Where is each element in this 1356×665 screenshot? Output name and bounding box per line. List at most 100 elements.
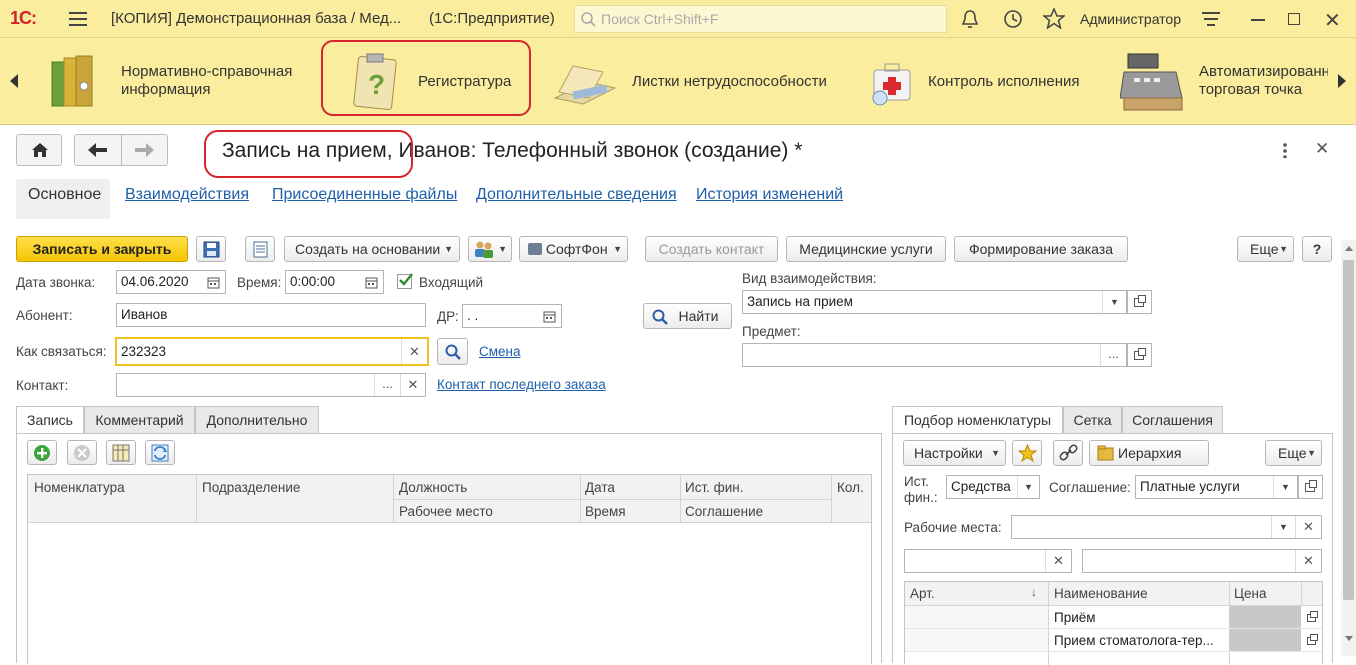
menu-icon[interactable] — [69, 12, 87, 26]
more-button[interactable]: Еще ▼ — [1265, 440, 1322, 466]
open-link-icon[interactable] — [1307, 611, 1319, 623]
add-button[interactable] — [27, 440, 57, 465]
dropdown-arrow-icon[interactable]: ▼ — [1102, 291, 1126, 313]
medical-kit-icon — [872, 63, 911, 106]
star-icon[interactable] — [1043, 8, 1065, 29]
tab-nomenclature-selection[interactable]: Подбор номенклатуры — [892, 406, 1063, 435]
create-contact-button[interactable]: Создать контакт — [645, 236, 778, 262]
dob-field[interactable]: . . — [462, 304, 562, 328]
tab-additional-info[interactable]: Дополнительные сведения — [476, 186, 677, 204]
close-form-icon[interactable]: ✕ — [1315, 139, 1329, 159]
bell-icon[interactable] — [960, 9, 980, 29]
table-row[interactable]: Прием стоматолога-тер... — [905, 629, 1322, 652]
save-button[interactable] — [196, 236, 226, 262]
clear-icon[interactable]: ✕ — [1045, 550, 1071, 572]
link-button[interactable] — [1053, 440, 1083, 466]
tab-change-history[interactable]: История изменений — [696, 186, 843, 204]
change-link[interactable]: Смена — [479, 344, 521, 359]
section-reference-info[interactable]: Нормативно-справочная информация — [48, 48, 308, 116]
filter-field-1[interactable]: ✕ — [904, 549, 1072, 573]
form-menu-icon[interactable] — [1283, 142, 1287, 158]
settings-button[interactable]: Настройки ▼ — [903, 440, 1006, 466]
table-row[interactable]: Приём — [905, 606, 1322, 629]
list-button[interactable] — [245, 236, 275, 262]
open-link-icon[interactable] — [1127, 290, 1152, 314]
save-and-close-button[interactable]: Записать и закрыть — [16, 236, 188, 262]
tab-attached-files[interactable]: Присоединенные файлы — [272, 186, 457, 204]
form-scrollbar[interactable] — [1341, 240, 1356, 656]
section-execution-control[interactable]: Контроль исполнения — [868, 48, 1098, 116]
open-link-icon[interactable] — [1127, 343, 1152, 367]
scroll-down-icon[interactable] — [1345, 636, 1353, 641]
home-button[interactable] — [16, 134, 62, 166]
subscriber-field[interactable]: Иванов — [116, 303, 426, 327]
interaction-type-field[interactable]: Запись на прием ▼ — [742, 290, 1127, 314]
clear-icon[interactable]: ✕ — [400, 374, 425, 396]
contact-field[interactable]: ... ✕ — [116, 373, 426, 397]
refresh-button[interactable] — [145, 440, 175, 465]
fin-source-field[interactable]: Средства ▼ — [946, 475, 1040, 499]
tab-agreements[interactable]: Соглашения — [1122, 406, 1223, 434]
search-contact-button[interactable] — [437, 338, 468, 365]
calendar-icon[interactable] — [207, 276, 220, 289]
nomenclature-table[interactable]: Арт. ↓ Наименование Цена Приём Прием сто… — [904, 581, 1323, 665]
filter-field-2[interactable]: ✕ — [1082, 549, 1322, 573]
close-window-icon[interactable]: ✕ — [1324, 8, 1341, 33]
workplaces-field[interactable]: ▼ ✕ — [1011, 515, 1322, 539]
back-button[interactable] — [75, 135, 122, 165]
help-button[interactable]: ? — [1302, 236, 1332, 262]
select-button[interactable]: ... — [1100, 344, 1126, 366]
softphone-button[interactable]: СофтФон ▼ — [519, 236, 628, 262]
tab-additional[interactable]: Дополнительно — [195, 406, 319, 434]
calendar-icon[interactable] — [365, 276, 378, 289]
user-name[interactable]: Администратор — [1080, 11, 1181, 27]
more-button[interactable]: Еще ▼ — [1237, 236, 1294, 262]
scroll-right-icon[interactable] — [1338, 74, 1346, 88]
dropdown-arrow-icon[interactable]: ▼ — [1017, 476, 1039, 498]
hierarchy-button[interactable]: Иерархия — [1089, 440, 1209, 466]
tab-interactions[interactable]: Взаимодействия — [125, 186, 249, 204]
sort-down-icon[interactable]: ↓ — [1031, 585, 1037, 599]
section-sick-leaves[interactable]: Листки нетрудоспособности — [553, 48, 853, 116]
clear-icon[interactable]: ✕ — [401, 339, 427, 364]
calendar-icon[interactable] — [543, 310, 556, 323]
subject-field[interactable]: ... — [742, 343, 1127, 367]
medical-services-button[interactable]: Медицинские услуги — [786, 236, 946, 262]
clear-icon[interactable]: ✕ — [1295, 516, 1321, 538]
scroll-up-icon[interactable] — [1345, 246, 1353, 251]
dropdown-arrow-icon[interactable]: ▼ — [1271, 516, 1295, 538]
contact-how-field[interactable]: 232323 ✕ — [115, 337, 429, 366]
tab-main[interactable]: Основное — [28, 186, 101, 204]
time-field[interactable]: 0:00:00 — [285, 270, 384, 294]
scroll-left-icon[interactable] — [10, 74, 18, 88]
delete-button[interactable] — [67, 440, 97, 465]
records-table[interactable]: Номенклатура Подразделение Должность Дат… — [27, 474, 872, 664]
agreement-field[interactable]: Платные услуги ▼ — [1135, 475, 1298, 499]
tab-comment[interactable]: Комментарий — [84, 406, 195, 434]
tab-grid[interactable]: Сетка — [1063, 406, 1122, 434]
favorites-button[interactable] — [1012, 440, 1042, 466]
forward-button[interactable] — [123, 135, 168, 165]
section-pos[interactable]: Автоматизированная торговая точка — [1120, 48, 1328, 116]
minimize-icon[interactable] — [1251, 19, 1265, 21]
columns-button[interactable] — [106, 440, 136, 465]
call-date-field[interactable]: 04.06.2020 — [116, 270, 226, 294]
select-button[interactable]: ... — [374, 374, 400, 396]
maximize-icon[interactable] — [1288, 13, 1300, 25]
settings-menu-icon[interactable] — [1202, 12, 1220, 28]
open-link-icon[interactable] — [1307, 634, 1319, 646]
dropdown-arrow-icon: ▼ — [613, 244, 622, 254]
incoming-checkbox[interactable] — [397, 273, 413, 289]
find-button[interactable]: Найти — [643, 303, 732, 329]
create-based-on-button[interactable]: Создать на основании ▼ — [284, 236, 460, 262]
clear-icon[interactable]: ✕ — [1295, 550, 1321, 572]
scroll-thumb[interactable] — [1343, 260, 1354, 600]
global-search-input[interactable]: Поиск Ctrl+Shift+F — [574, 5, 947, 33]
dropdown-arrow-icon[interactable]: ▼ — [1273, 476, 1297, 498]
history-icon[interactable] — [1003, 9, 1023, 29]
users-button[interactable]: ▼ — [468, 236, 512, 262]
order-form-button[interactable]: Формирование заказа — [954, 236, 1128, 262]
last-order-contact-link[interactable]: Контакт последнего заказа — [437, 377, 606, 392]
tab-record[interactable]: Запись — [16, 406, 84, 435]
open-link-icon[interactable] — [1298, 475, 1323, 499]
